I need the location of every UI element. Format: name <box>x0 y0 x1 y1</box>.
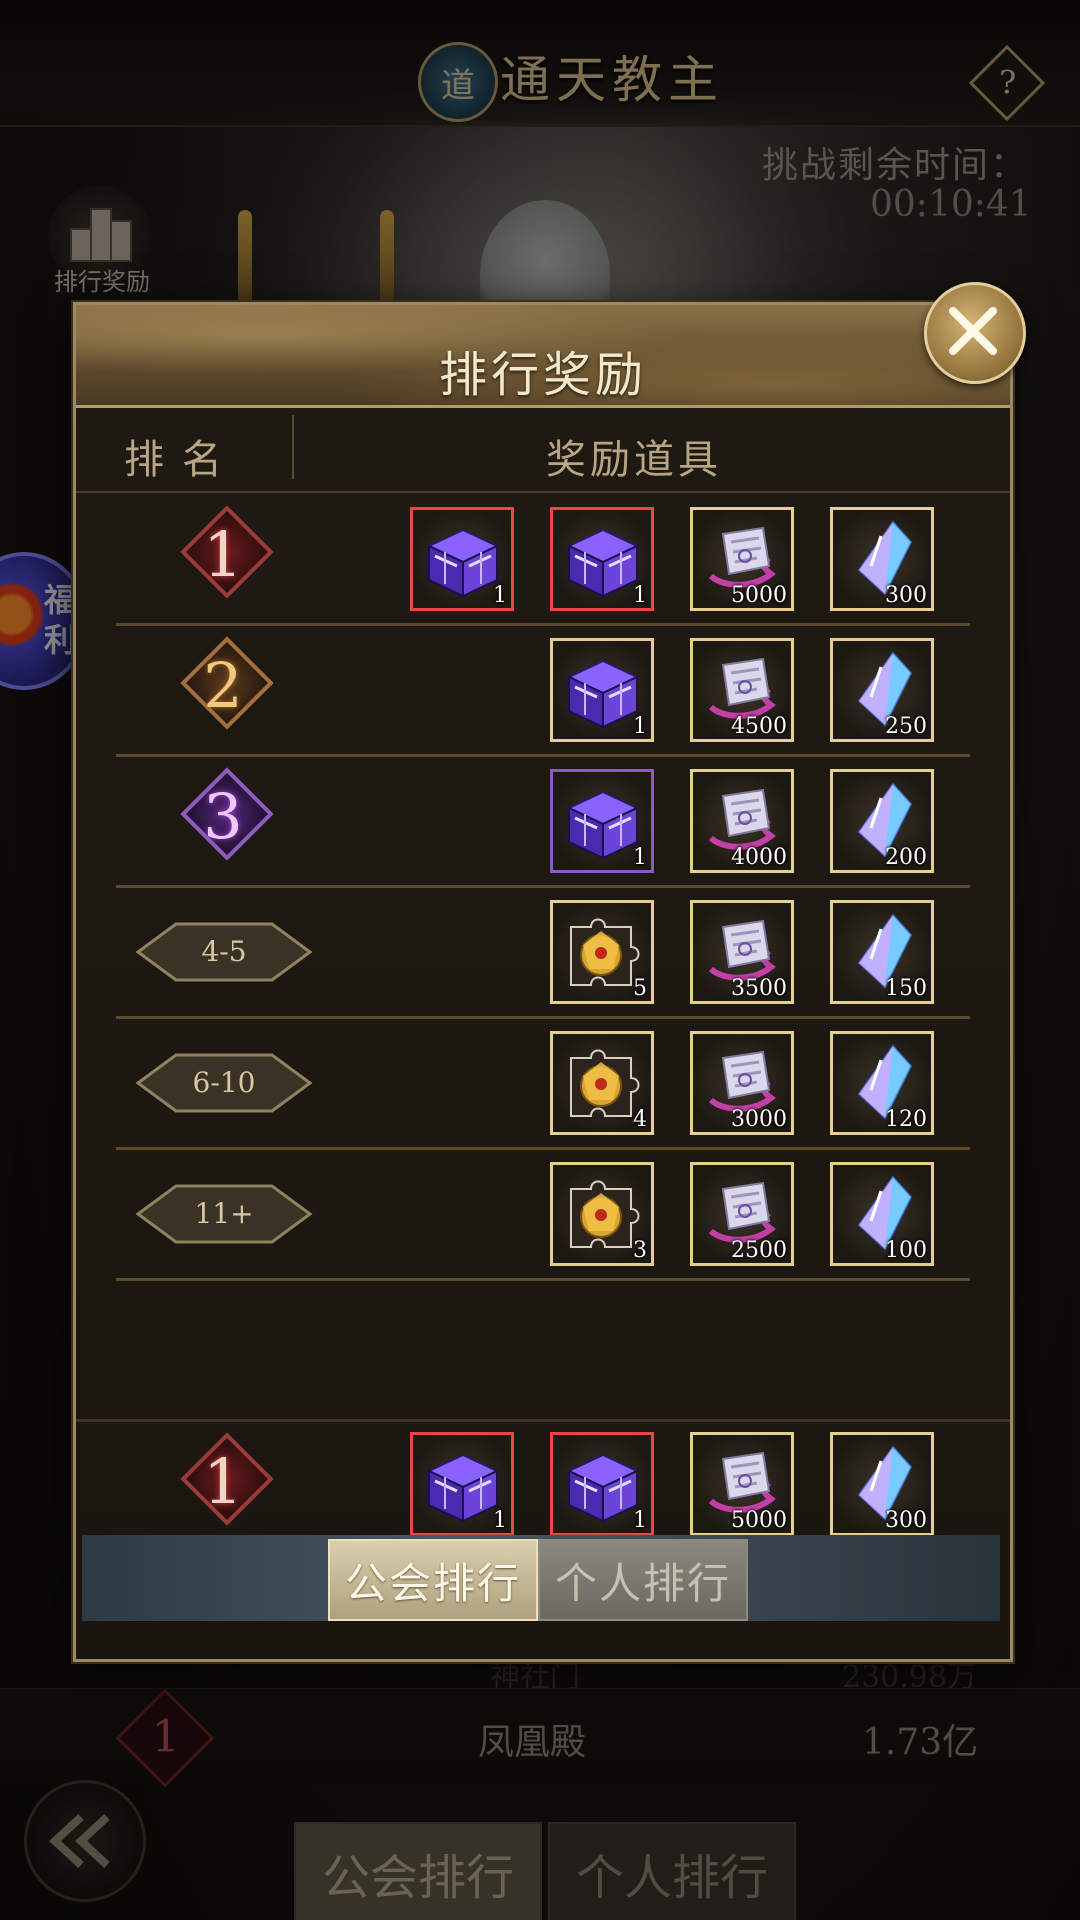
reward-item[interactable]: 1 <box>550 769 654 873</box>
rank-cell: 11+ <box>116 1150 313 1276</box>
item-quantity: 120 <box>885 1107 927 1132</box>
reward-item[interactable]: 5 <box>550 900 654 1004</box>
reward-item[interactable]: 3 <box>550 1162 654 1266</box>
reward-items: 300 5000 1 1 <box>374 507 934 611</box>
close-icon <box>949 307 997 355</box>
close-button[interactable] <box>924 282 1026 384</box>
reward-items: 120 3000 4 <box>514 1031 934 1135</box>
item-quantity: 1 <box>493 1508 507 1533</box>
reward-item[interactable]: 3500 <box>690 900 794 1004</box>
item-quantity: 3 <box>633 1238 647 1263</box>
item-quantity: 3500 <box>731 976 787 1001</box>
item-quantity: 1 <box>633 714 647 739</box>
rank-label: 11+ <box>194 1197 254 1230</box>
item-quantity: 5 <box>633 976 647 1001</box>
rank-cell: 1 <box>116 1422 306 1550</box>
item-quantity: 5000 <box>731 583 787 608</box>
reward-row: 3 200 4000 1 <box>116 757 970 888</box>
item-quantity: 4 <box>633 1107 647 1132</box>
my-rank-row: 1 300 5000 1 1 <box>76 1419 1010 1550</box>
reward-item[interactable]: 3000 <box>690 1031 794 1135</box>
rank-range-badge: 6-10 <box>134 1051 314 1115</box>
reward-items: 200 4000 1 <box>514 769 934 873</box>
reward-list: 1 300 5000 1 1 2 250 4500 1 3 200 4000 1 4-5 150 3500 5 6… <box>76 495 1010 1281</box>
reward-row: 2 250 4500 1 <box>116 626 970 757</box>
dialog-header: 排行奖励 <box>76 305 1010 408</box>
tab-personal-ranking[interactable]: 个人排行 <box>538 1539 748 1621</box>
reward-row: 1 300 5000 1 1 <box>116 495 970 626</box>
rank-label: 1 <box>203 1445 243 1518</box>
reward-row: 6-10 120 3000 4 <box>116 1019 970 1150</box>
rank-label: 4-5 <box>201 935 247 968</box>
rank-range-badge: 11+ <box>134 1182 314 1246</box>
reward-items: 150 3500 5 <box>514 900 934 1004</box>
reward-items: 300 5000 1 1 <box>374 1432 934 1536</box>
reward-item[interactable]: 1 <box>550 507 654 611</box>
rank-label: 1 <box>203 518 243 591</box>
item-quantity: 3000 <box>731 1107 787 1132</box>
item-quantity: 150 <box>885 976 927 1001</box>
rank-label: 2 <box>203 649 243 722</box>
reward-item[interactable]: 4500 <box>690 638 794 742</box>
reward-item[interactable]: 100 <box>830 1162 934 1266</box>
item-quantity: 2500 <box>731 1238 787 1263</box>
dialog-tab-bar: 公会排行 个人排行 <box>82 1535 1000 1621</box>
reward-items: 250 4500 1 <box>514 638 934 742</box>
ranking-reward-dialog: 排行奖励 排名 奖励道具 1 300 5000 1 1 2 250 4500 1 3 200 4000… <box>73 302 1013 1662</box>
rank-cell: 2 <box>116 626 306 752</box>
reward-item[interactable]: 1 <box>410 1432 514 1536</box>
reward-item[interactable]: 4 <box>550 1031 654 1135</box>
reward-item[interactable]: 200 <box>830 769 934 873</box>
item-quantity: 1 <box>633 583 647 608</box>
rank-range-badge: 4-5 <box>134 920 314 984</box>
reward-row: 4-5 150 3500 5 <box>116 888 970 1019</box>
reward-item[interactable]: 5000 <box>690 507 794 611</box>
reward-item[interactable]: 4000 <box>690 769 794 873</box>
item-quantity: 1 <box>633 845 647 870</box>
item-quantity: 4000 <box>731 845 787 870</box>
item-quantity: 300 <box>885 583 927 608</box>
column-rank: 排名 <box>124 437 240 483</box>
item-quantity: 300 <box>885 1508 927 1533</box>
reward-item[interactable]: 300 <box>830 507 934 611</box>
reward-item[interactable]: 1 <box>550 1432 654 1536</box>
dialog-title: 排行奖励 <box>438 347 647 403</box>
reward-item[interactable]: 300 <box>830 1432 934 1536</box>
rank-cell: 1 <box>116 495 306 621</box>
reward-item[interactable]: 1 <box>410 507 514 611</box>
item-quantity: 1 <box>493 583 507 608</box>
item-quantity: 100 <box>885 1238 927 1263</box>
reward-item[interactable]: 2500 <box>690 1162 794 1266</box>
reward-row: 11+ 100 2500 3 <box>116 1150 970 1281</box>
tab-guild-ranking[interactable]: 公会排行 <box>328 1539 538 1621</box>
item-quantity: 5000 <box>731 1508 787 1533</box>
item-quantity: 200 <box>885 845 927 870</box>
item-quantity: 1 <box>633 1508 647 1533</box>
reward-item[interactable]: 1 <box>550 638 654 742</box>
rank-cell: 3 <box>116 757 306 883</box>
rank-label: 6-10 <box>192 1066 256 1099</box>
rank-cell: 4-5 <box>116 888 313 1014</box>
rank-cell: 6-10 <box>116 1019 313 1145</box>
item-quantity: 250 <box>885 714 927 739</box>
reward-item[interactable]: 250 <box>830 638 934 742</box>
reward-items: 100 2500 3 <box>514 1162 934 1266</box>
column-divider <box>292 415 294 479</box>
reward-item[interactable]: 150 <box>830 900 934 1004</box>
item-quantity: 4500 <box>731 714 787 739</box>
reward-item[interactable]: 120 <box>830 1031 934 1135</box>
column-reward-items: 奖励道具 <box>546 437 722 483</box>
rank-label: 3 <box>203 780 243 853</box>
reward-item[interactable]: 5000 <box>690 1432 794 1536</box>
column-header: 排名 奖励道具 <box>76 405 1010 493</box>
